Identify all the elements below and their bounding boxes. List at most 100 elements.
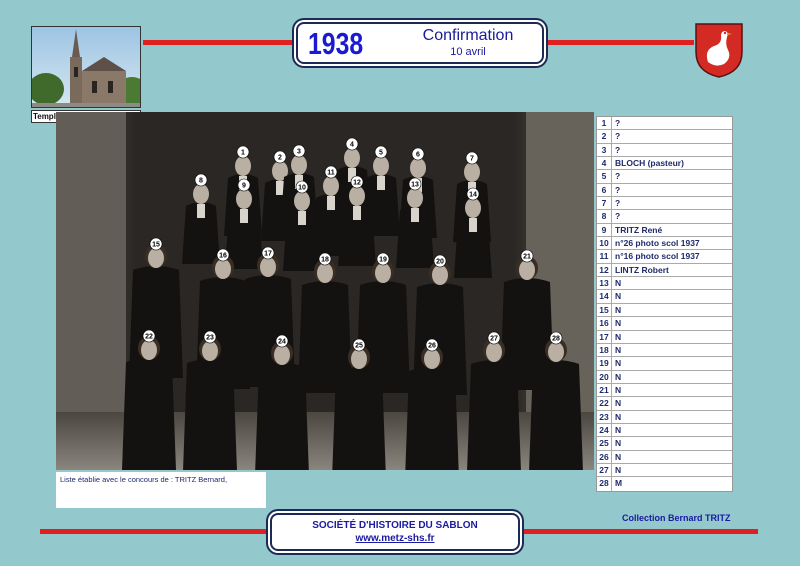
photo-marker: 8 — [194, 173, 208, 187]
photo-marker: 14 — [466, 187, 480, 201]
photo-marker-label: 8 — [199, 178, 203, 185]
list-item-name: N — [615, 291, 622, 302]
photo-marker-label: 24 — [278, 339, 286, 346]
photo-marker: 27 — [487, 331, 501, 345]
list-item: 21 N — [597, 383, 732, 398]
list-item: 26 N — [597, 450, 732, 464]
photo-marker-label: 11 — [327, 170, 335, 177]
photo-marker: 1 — [236, 145, 250, 159]
list-item-number: 16 — [597, 317, 612, 330]
photo-marker-label: 18 — [321, 257, 329, 264]
list-item: 27 N — [597, 463, 732, 478]
list-item-name: N — [615, 371, 622, 382]
list-item-name: N — [615, 304, 622, 315]
list-item-name: BLOCH (pasteur) — [615, 158, 684, 169]
list-item: 20 N — [597, 370, 732, 384]
list-item-name: ? — [615, 131, 621, 142]
photo-marker-label: 4 — [350, 142, 354, 149]
list-item-name: N — [615, 451, 622, 462]
name-list: 1? 2? 3? 4 BLOCH (pasteur) 5? 6? 7? 8? 9 TRITZ Ren… — [596, 116, 733, 492]
list-item-name: ? — [615, 144, 621, 155]
list-item-name: N — [615, 344, 622, 355]
list-item-name: N — [615, 331, 622, 342]
list-item-number: 14 — [597, 290, 612, 303]
photo-marker-label: 22 — [145, 334, 153, 341]
photo-marker: 26 — [425, 338, 439, 352]
list-item-name: n°26 photo scol 1937 — [615, 238, 700, 249]
photo-marker: 6 — [411, 147, 425, 161]
list-item: 15 N — [597, 303, 732, 318]
header-bar-left — [143, 40, 298, 45]
list-item: 24 N — [597, 423, 732, 438]
photo-marker-label: 3 — [297, 149, 301, 156]
list-item: 10 n°26 photo scol 1937 — [597, 237, 732, 251]
list-item-number: 15 — [597, 303, 612, 317]
photo-marker-label: 21 — [523, 254, 531, 261]
photo-marker: 5 — [374, 145, 388, 159]
photo-marker-label: 23 — [206, 335, 214, 342]
list-item-name: ? — [615, 184, 621, 195]
list-item-number: 11 — [597, 250, 612, 263]
header-bar-right — [544, 40, 694, 45]
list-item-number: 18 — [597, 343, 612, 357]
list-item-name: n°16 photo scol 1937 — [615, 251, 700, 262]
photo-marker-label: 26 — [428, 343, 436, 350]
list-item-name: ? — [615, 198, 621, 209]
list-item: 5? — [597, 170, 732, 184]
list-item: 23 N — [597, 410, 732, 424]
list-item-number: 22 — [597, 397, 612, 410]
list-item: 1? — [597, 117, 732, 131]
photo-marker: 24 — [275, 334, 289, 348]
group-photo: 1 2 3 4 5 6 7 8 9 10 11 12 13 14 15 16 17 18 19 20 21 22 23 24 2… — [56, 112, 594, 470]
list-item: 25 N — [597, 437, 732, 451]
list-item-number: 23 — [597, 410, 612, 423]
list-item: 11 n°16 photo scol 1937 — [597, 250, 732, 264]
collection-credit: Collection Bernard TRITZ — [622, 513, 731, 523]
list-item: 16 N — [597, 317, 732, 331]
list-item-number: 5 — [597, 170, 612, 183]
list-item-number: 20 — [597, 370, 612, 383]
list-item: 14 N — [597, 290, 732, 304]
list-item-number: 4 — [597, 157, 612, 170]
photo-marker: 20 — [433, 254, 447, 268]
website-link[interactable]: www.metz-shs.fr — [272, 533, 518, 544]
list-item-number: 7 — [597, 197, 612, 210]
photo-marker: 18 — [318, 252, 332, 266]
photo-marker-label: 2 — [278, 155, 282, 162]
photo-marker: 17 — [261, 246, 275, 260]
society-name: SOCIÉTÉ D'HISTOIRE DU SABLON — [312, 520, 478, 531]
photo-marker: 28 — [549, 331, 563, 345]
list-item: 17 N — [597, 330, 732, 344]
list-item: 8? — [597, 210, 732, 224]
photo-marker-label: 15 — [152, 242, 160, 249]
list-item-number: 10 — [597, 237, 612, 250]
photo-marker-label: 7 — [470, 156, 474, 163]
photo-marker-label: 12 — [353, 180, 361, 187]
list-item: 9 TRITZ René — [597, 223, 732, 238]
photo-marker: 22 — [142, 329, 156, 343]
list-item: 3? — [597, 143, 732, 158]
photo-marker: 19 — [376, 252, 390, 266]
photo-marker: 23 — [203, 330, 217, 344]
photo-marker: 16 — [216, 248, 230, 262]
photo-marker-label: 10 — [298, 185, 306, 192]
list-item-number: 2 — [597, 130, 612, 143]
list-item: 4 BLOCH (pasteur) — [597, 157, 732, 171]
list-item-name: N — [615, 318, 622, 329]
list-item: 6? — [597, 183, 732, 198]
photo-marker-label: 28 — [552, 336, 560, 343]
list-item-name: ? — [615, 118, 621, 128]
photo-marker: 2 — [273, 150, 287, 164]
list-item-name: N — [615, 358, 622, 369]
list-item-number: 28 — [597, 477, 612, 491]
list-item: 19 N — [597, 357, 732, 371]
list-item: 12 LINTZ Robert — [597, 263, 732, 278]
list-item-number: 21 — [597, 383, 612, 397]
photo-marker: 10 — [295, 180, 309, 194]
list-item-number: 25 — [597, 437, 612, 450]
photo-marker: 12 — [350, 175, 364, 189]
photo-marker-label: 20 — [436, 259, 444, 266]
list-item-name: TRITZ René — [615, 224, 663, 235]
list-item-name: LINTZ Robert — [615, 264, 669, 275]
list-item-number: 8 — [597, 210, 612, 223]
